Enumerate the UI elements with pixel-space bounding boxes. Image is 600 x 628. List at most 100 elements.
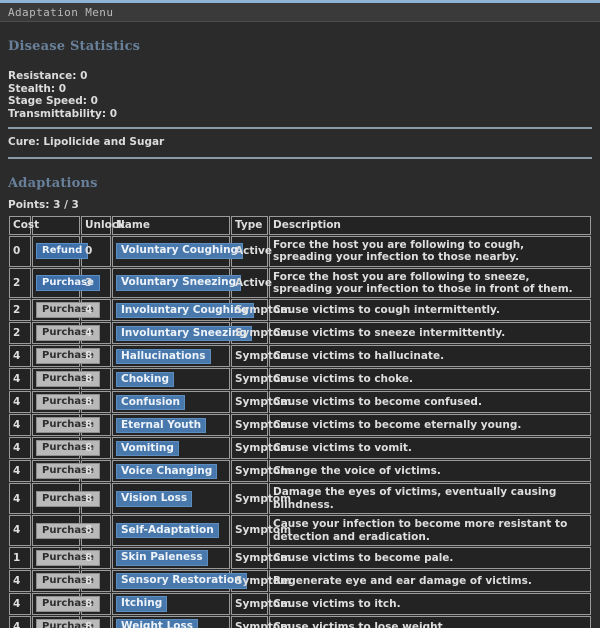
cell-description: Damage the eyes of victims, eventually c… xyxy=(269,483,591,514)
adaptation-name-link[interactable]: Itching xyxy=(116,596,167,612)
cell-cost: 4 xyxy=(9,616,31,628)
cell-cost: 1 xyxy=(9,547,31,569)
adaptation-points: Points: 3 / 3 xyxy=(8,199,592,211)
col-header-name: Name xyxy=(112,216,230,234)
cell-description: Force the host you are following to coug… xyxy=(269,236,591,267)
cell-name: Self-Adaptation xyxy=(112,515,230,546)
cell-type: Active xyxy=(231,236,268,267)
table-row: 0Refund0Voluntary CoughingActiveForce th… xyxy=(9,236,591,267)
adaptation-name-link[interactable]: Vomiting xyxy=(116,441,179,457)
cell-description: Cause victims to lose weight. xyxy=(269,616,591,628)
adaptation-name-link[interactable]: Sensory Restoration xyxy=(116,573,247,589)
col-header-cost: Cost xyxy=(9,216,31,234)
adaptation-name-link[interactable]: Voluntary Coughing xyxy=(116,243,243,259)
adaptation-name-link[interactable]: Voluntary Sneezing xyxy=(116,275,241,291)
adaptations-table-head: Cost Unlock Name Type Description xyxy=(9,216,591,234)
stat-resistance: Resistance: 0 xyxy=(8,70,592,83)
cell-cost: 0 xyxy=(9,236,31,267)
adaptation-name-link[interactable]: Self-Adaptation xyxy=(116,523,219,539)
adaptations-table-body: 0Refund0Voluntary CoughingActiveForce th… xyxy=(9,236,591,628)
cell-cost: 2 xyxy=(9,299,31,321)
adaptation-name-link[interactable]: Involuntary Coughing xyxy=(116,303,254,319)
cell-name: Skin Paleness xyxy=(112,547,230,569)
cell-type: Symptom xyxy=(231,515,268,546)
window-title: Adaptation Menu xyxy=(8,6,113,19)
cell-action: Purchase xyxy=(32,547,80,569)
table-row: 4Purchase8Self-AdaptationSymptomCause yo… xyxy=(9,515,591,546)
adaptation-name-link[interactable]: Confusion xyxy=(116,395,185,411)
cell-description: Cause victims to cough intermittently. xyxy=(269,299,591,321)
stat-transmittability: Transmittability: 0 xyxy=(8,108,592,121)
cell-type: Symptom xyxy=(231,345,268,367)
cell-action: Purchase xyxy=(32,368,80,390)
cell-type: Symptom xyxy=(231,616,268,628)
table-row: 4Purchase8ItchingSymptomCause victims to… xyxy=(9,593,591,615)
cell-name: Voluntary Sneezing xyxy=(112,268,230,299)
adaptations-table: Cost Unlock Name Type Description 0Refun… xyxy=(8,215,592,628)
cell-cost: 2 xyxy=(9,322,31,344)
cell-name: Voluntary Coughing xyxy=(112,236,230,267)
table-row: 4Purchase8ConfusionSymptomCause victims … xyxy=(9,391,591,413)
cell-action: Purchase xyxy=(32,391,80,413)
cell-action: Purchase xyxy=(32,268,80,299)
table-row: 2Purchase4Involuntary SneezingSymptomCau… xyxy=(9,322,591,344)
table-row: 4Purchase8Voice ChangingSymptomChange th… xyxy=(9,460,591,482)
adaptation-name-link[interactable]: Skin Paleness xyxy=(116,550,208,566)
cell-name: Eternal Youth xyxy=(112,414,230,436)
table-row: 2Purchase4Involuntary CoughingSymptomCau… xyxy=(9,299,591,321)
table-row: 4Purchase8ChokingSymptomCause victims to… xyxy=(9,368,591,390)
col-header-type: Type xyxy=(231,216,268,234)
cell-action: Purchase xyxy=(32,483,80,514)
cell-cost: 4 xyxy=(9,345,31,367)
adaptation-name-link[interactable]: Vision Loss xyxy=(116,491,192,507)
adaptation-name-link[interactable]: Involuntary Sneezing xyxy=(116,326,252,342)
col-header-description: Description xyxy=(269,216,591,234)
cell-name: Choking xyxy=(112,368,230,390)
cell-cost: 4 xyxy=(9,483,31,514)
col-header-unlock: Unlock xyxy=(81,216,111,234)
cell-description: Cause victims to vomit. xyxy=(269,437,591,459)
adaptation-name-link[interactable]: Hallucinations xyxy=(116,349,211,365)
page-content: Disease Statistics Resistance: 0 Stealth… xyxy=(0,39,600,628)
cell-type: Symptom xyxy=(231,368,268,390)
stat-stage-speed: Stage Speed: 0 xyxy=(8,95,592,108)
cell-action: Purchase xyxy=(32,437,80,459)
refund-button[interactable]: Refund xyxy=(36,243,88,259)
adaptation-name-link[interactable]: Voice Changing xyxy=(116,464,217,480)
cell-action: Refund xyxy=(32,236,80,267)
cell-action: Purchase xyxy=(32,515,80,546)
divider-above-cure xyxy=(8,127,592,129)
table-row: 1Purchase8Skin PalenessSymptomCause vict… xyxy=(9,547,591,569)
disease-statistics-heading: Disease Statistics xyxy=(8,39,592,54)
table-row: 4Purchase8Eternal YouthSymptomCause vict… xyxy=(9,414,591,436)
cell-type: Symptom xyxy=(231,391,268,413)
col-header-action xyxy=(32,216,80,234)
cell-action: Purchase xyxy=(32,414,80,436)
adaptation-name-link[interactable]: Eternal Youth xyxy=(116,418,206,434)
cell-description: Change the voice of victims. xyxy=(269,460,591,482)
table-row: 4Purchase8Weight LossSymptomCause victim… xyxy=(9,616,591,628)
cell-action: Purchase xyxy=(32,570,80,592)
cell-description: Cause victims to itch. xyxy=(269,593,591,615)
adaptation-name-link[interactable]: Choking xyxy=(116,372,174,388)
cell-description: Force the host you are following to snee… xyxy=(269,268,591,299)
cell-name: Sensory Restoration xyxy=(112,570,230,592)
cell-cost: 4 xyxy=(9,593,31,615)
cell-cost: 4 xyxy=(9,368,31,390)
cell-description: Cause victims to become pale. xyxy=(269,547,591,569)
cell-name: Vomiting xyxy=(112,437,230,459)
cell-type: Symptom xyxy=(231,414,268,436)
cell-description: Regenerate eye and ear damage of victims… xyxy=(269,570,591,592)
cell-description: Cause victims to become eternally young. xyxy=(269,414,591,436)
cell-action: Purchase xyxy=(32,593,80,615)
table-row: 4Purchase8Sensory RestorationSymptomRege… xyxy=(9,570,591,592)
cell-type: Symptom xyxy=(231,483,268,514)
adaptation-name-link[interactable]: Weight Loss xyxy=(116,619,198,628)
cell-cost: 4 xyxy=(9,414,31,436)
table-header-row: Cost Unlock Name Type Description xyxy=(9,216,591,234)
cell-unlock: 0 xyxy=(81,236,111,267)
cell-type: Active xyxy=(231,268,268,299)
cell-type: Symptom xyxy=(231,437,268,459)
cell-cost: 4 xyxy=(9,391,31,413)
cell-name: Voice Changing xyxy=(112,460,230,482)
